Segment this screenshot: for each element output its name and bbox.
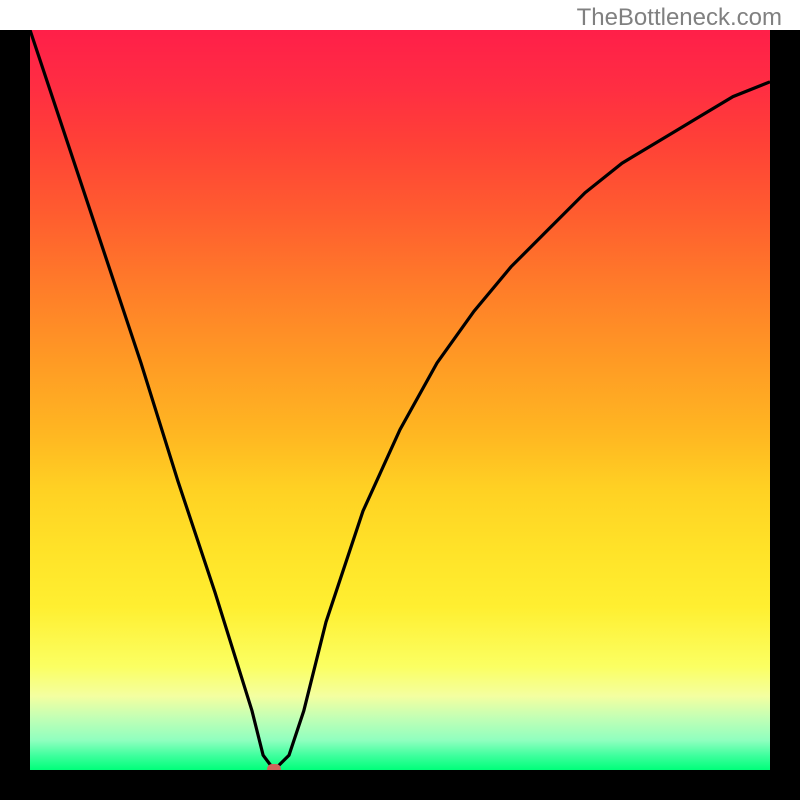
watermark-text: TheBottleneck.com: [577, 4, 782, 32]
chart-frame: [0, 30, 800, 800]
bottleneck-curve: [30, 30, 770, 770]
minimum-point-marker: [267, 764, 281, 770]
plot-area: [30, 30, 770, 770]
